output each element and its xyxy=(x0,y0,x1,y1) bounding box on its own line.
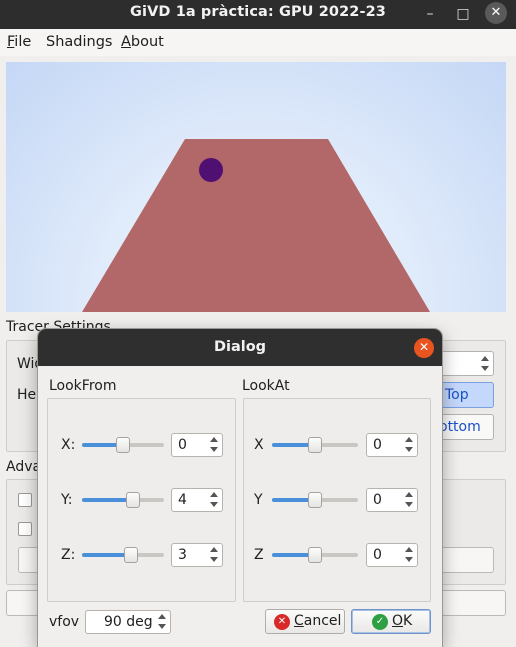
vfov-spinbox[interactable]: 90 deg xyxy=(85,610,171,634)
advanced-checkbox-1[interactable] xyxy=(18,493,32,507)
slider-handle[interactable] xyxy=(124,547,138,563)
spin-arrows-icon[interactable] xyxy=(210,491,219,509)
lookat-y-spinbox[interactable]: 0 xyxy=(366,488,418,512)
lookat-x-slider[interactable] xyxy=(272,437,358,453)
lookfrom-z-label: Z: xyxy=(61,547,76,563)
lookat-z-label: Z xyxy=(254,547,264,563)
spin-arrows-icon[interactable] xyxy=(405,491,414,509)
lookfrom-x-slider[interactable] xyxy=(82,437,164,453)
lookat-y-slider[interactable] xyxy=(272,492,358,508)
window-titlebar: GiVD 1a pràctica: GPU 2022-23 – □ ✕ xyxy=(0,0,516,29)
lookat-y-label: Y xyxy=(254,492,263,508)
dialog-title: Dialog xyxy=(213,339,267,355)
window-close-icon[interactable]: ✕ xyxy=(485,2,507,24)
slider-handle[interactable] xyxy=(308,437,322,453)
lookfrom-title: LookFrom xyxy=(49,378,117,394)
cancel-button[interactable]: ✕ Cancel xyxy=(265,609,345,634)
spin-arrows-icon[interactable] xyxy=(210,546,219,564)
spin-arrows-icon[interactable] xyxy=(405,436,414,454)
spin-arrows-icon[interactable] xyxy=(210,436,219,454)
lookfrom-x-spinbox[interactable]: 0 xyxy=(171,433,223,457)
slider-handle[interactable] xyxy=(308,492,322,508)
checkmark-icon: ✓ xyxy=(372,614,388,630)
dialog-titlebar: Dialog ✕ xyxy=(38,329,442,366)
lookat-x-label: X xyxy=(254,437,264,453)
menu-about[interactable]: About xyxy=(121,34,164,50)
floor-plane xyxy=(82,139,430,312)
lookat-x-spinbox[interactable]: 0 xyxy=(366,433,418,457)
lookfrom-x-label: X: xyxy=(61,437,76,453)
width-spin-arrows[interactable] xyxy=(481,355,490,373)
slider-handle[interactable] xyxy=(126,492,140,508)
cancel-icon: ✕ xyxy=(274,614,290,630)
maximize-icon[interactable]: □ xyxy=(451,3,475,25)
lookfrom-y-slider[interactable] xyxy=(82,492,164,508)
sphere xyxy=(199,158,223,182)
slider-handle[interactable] xyxy=(308,547,322,563)
lookat-z-slider[interactable] xyxy=(272,547,358,563)
spin-arrows-icon[interactable] xyxy=(405,546,414,564)
lookfrom-z-spinbox[interactable]: 3 xyxy=(171,543,223,567)
advanced-checkbox-2[interactable] xyxy=(18,522,32,536)
lookfrom-z-slider[interactable] xyxy=(82,547,164,563)
camera-dialog: Dialog ✕ LookFrom LookAt X: 0 Y: 4 Z: 3 … xyxy=(38,329,442,647)
lookat-title: LookAt xyxy=(242,378,290,394)
lookfrom-y-spinbox[interactable]: 4 xyxy=(171,488,223,512)
height-label: He xyxy=(17,387,37,403)
lookfrom-y-label: Y: xyxy=(61,492,73,508)
ok-button[interactable]: ✓ OK xyxy=(351,609,431,634)
menu-file[interactable]: File xyxy=(7,34,31,50)
menu-shadings[interactable]: Shadings xyxy=(46,34,112,50)
dialog-close-icon[interactable]: ✕ xyxy=(414,338,434,358)
lookat-z-spinbox[interactable]: 0 xyxy=(366,543,418,567)
minimize-icon[interactable]: – xyxy=(418,3,442,25)
spin-arrows-icon[interactable] xyxy=(158,613,167,631)
slider-handle[interactable] xyxy=(116,437,130,453)
render-viewport[interactable] xyxy=(6,62,506,312)
menubar: File Shadings About xyxy=(0,29,516,56)
advanced-title: Adva xyxy=(6,459,42,475)
vfov-label: vfov xyxy=(49,614,80,630)
scene-render xyxy=(82,139,430,312)
